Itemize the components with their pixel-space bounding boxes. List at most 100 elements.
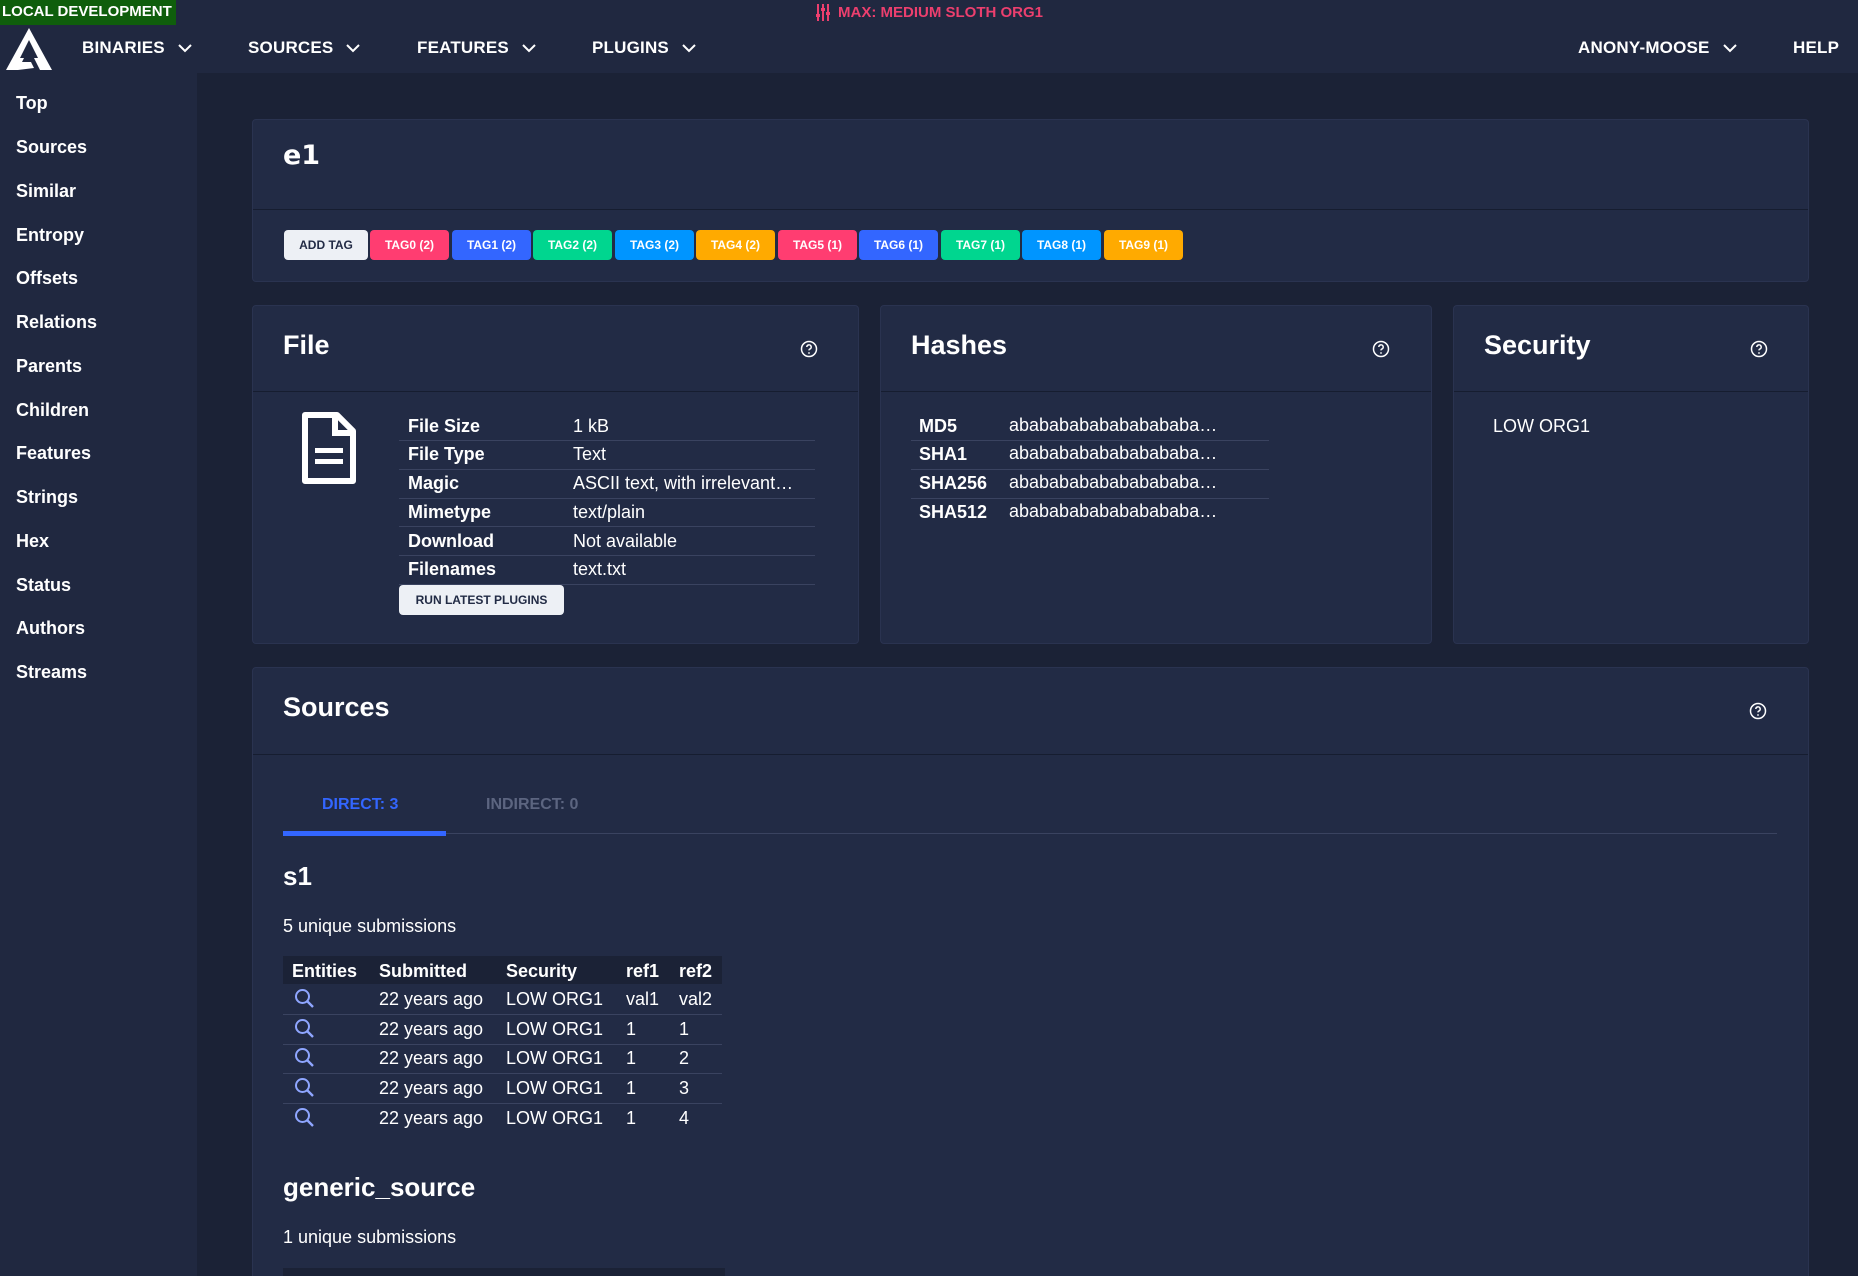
tabs-divider: [283, 833, 1777, 834]
sidebar-item-streams[interactable]: Streams: [16, 662, 87, 683]
column-header: Submitted: [379, 961, 467, 982]
search-icon[interactable]: [294, 1018, 315, 1039]
divider: [399, 526, 815, 527]
sidebar-item-top[interactable]: Top: [16, 93, 48, 114]
nav-plugins-label: PLUGINS: [592, 38, 669, 58]
security-card: Security LOW ORG1: [1453, 305, 1809, 644]
tag-chip[interactable]: TAG4 (2): [696, 230, 775, 260]
sidebar-item-entropy[interactable]: Entropy: [16, 225, 84, 246]
file-card-header: [253, 306, 858, 392]
column-header: ref2: [679, 961, 712, 982]
search-icon[interactable]: [294, 988, 315, 1009]
entity-title: e1: [283, 140, 320, 171]
security-cell: LOW ORG1: [506, 1048, 603, 1069]
tab-direct[interactable]: DIRECT: 3: [322, 796, 398, 814]
sidebar-item-authors[interactable]: Authors: [16, 618, 85, 639]
md5-value: abababababababababa…: [1009, 415, 1259, 436]
user-menu[interactable]: ANONY-MOOSE: [1578, 38, 1738, 58]
sidebar-item-features[interactable]: Features: [16, 443, 91, 464]
submitted-cell: 22 years ago: [379, 1048, 483, 1069]
nav-plugins-menu[interactable]: PLUGINS: [592, 38, 697, 58]
sidebar-item-children[interactable]: Children: [16, 400, 89, 421]
tag-chip[interactable]: TAG9 (1): [1104, 230, 1183, 260]
sha512-value: abababababababababa…: [1009, 501, 1259, 522]
submitted-cell: 22 years ago: [379, 1019, 483, 1040]
tag-chip[interactable]: TAG1 (2): [452, 230, 531, 260]
sha512-label: SHA512: [919, 502, 987, 523]
tag-chip[interactable]: TAG3 (2): [615, 230, 694, 260]
sha256-label: SHA256: [919, 473, 987, 494]
sidebar-item-hex[interactable]: Hex: [16, 531, 49, 552]
sidebar-item-parents[interactable]: Parents: [16, 356, 82, 377]
entity-card-header: [253, 120, 1808, 210]
help-circle-icon[interactable]: [1372, 340, 1390, 358]
tab-indirect[interactable]: INDIRECT: 0: [486, 796, 578, 814]
app-logo-icon[interactable]: [4, 26, 54, 72]
search-icon[interactable]: [294, 1047, 315, 1068]
tag-chip[interactable]: TAG7 (1): [941, 230, 1020, 260]
divider: [399, 555, 815, 556]
tag-chip[interactable]: TAG6 (1): [859, 230, 938, 260]
active-tab-indicator: [283, 831, 446, 836]
sidebar-item-sources[interactable]: Sources: [16, 137, 87, 158]
tag-chip[interactable]: TAG5 (1): [778, 230, 857, 260]
download-label: Download: [408, 531, 494, 552]
submission-count: 5 unique submissions: [283, 916, 456, 937]
row-divider: [283, 1103, 722, 1104]
divider: [911, 440, 1269, 441]
tag-chip[interactable]: TAG8 (1): [1022, 230, 1101, 260]
sliders-icon: [816, 4, 830, 21]
sidebar-item-offsets[interactable]: Offsets: [16, 268, 78, 289]
sources-card-title: Sources: [283, 692, 390, 723]
filenames-value: text.txt: [573, 559, 813, 580]
help-link[interactable]: HELP: [1793, 38, 1839, 58]
mimetype-label: Mimetype: [408, 502, 491, 523]
mimetype-value: text/plain: [573, 502, 813, 523]
divider: [911, 498, 1269, 499]
chevron-down-icon: [681, 43, 697, 53]
add-tag-button[interactable]: ADD TAG: [284, 230, 368, 260]
sidebar-item-similar[interactable]: Similar: [16, 181, 76, 202]
magic-value: ASCII text, with irrelevant…: [573, 473, 813, 494]
security-cell: LOW ORG1: [506, 1019, 603, 1040]
sha256-value: abababababababababa…: [1009, 472, 1259, 493]
row-divider: [283, 1014, 722, 1015]
environment-badge: LOCAL DEVELOPMENT: [0, 0, 176, 25]
help-circle-icon[interactable]: [1750, 340, 1768, 358]
row-divider: [283, 1073, 722, 1074]
ref2-cell: val2: [679, 989, 712, 1010]
chevron-down-icon: [1722, 43, 1738, 53]
search-icon[interactable]: [294, 1077, 315, 1098]
magic-label: Magic: [408, 473, 459, 494]
nav-features-menu[interactable]: FEATURES: [417, 38, 537, 58]
security-card-title: Security: [1484, 330, 1591, 361]
tag-chip[interactable]: TAG2 (2): [533, 230, 612, 260]
search-icon[interactable]: [294, 1107, 315, 1128]
sidebar-item-relations[interactable]: Relations: [16, 312, 97, 333]
column-header: ref1: [626, 961, 659, 982]
hashes-card-title: Hashes: [911, 330, 1007, 361]
help-circle-icon[interactable]: [800, 340, 818, 358]
tag-chip[interactable]: TAG0 (2): [370, 230, 449, 260]
ref1-cell: 1: [626, 1048, 636, 1069]
sidebar-item-status[interactable]: Status: [16, 575, 71, 596]
ref1-cell: 1: [626, 1078, 636, 1099]
nav-binaries-menu[interactable]: BINARIES: [82, 38, 193, 58]
ref1-cell: 1: [626, 1108, 636, 1129]
chevron-down-icon: [521, 43, 537, 53]
ref2-cell: 2: [679, 1048, 689, 1069]
source-name: s1: [283, 861, 312, 892]
max-security-label: MAX: MEDIUM SLOTH ORG1: [838, 4, 1043, 21]
submitted-cell: 22 years ago: [379, 1078, 483, 1099]
max-security-indicator: MAX: MEDIUM SLOTH ORG1: [816, 4, 1043, 21]
sources-card-header: [253, 668, 1808, 755]
security-value: LOW ORG1: [1493, 416, 1590, 437]
user-name: ANONY-MOOSE: [1578, 38, 1710, 58]
divider: [911, 469, 1269, 470]
nav-features-label: FEATURES: [417, 38, 509, 58]
sidebar-item-strings[interactable]: Strings: [16, 487, 78, 508]
run-latest-plugins-button[interactable]: RUN LATEST PLUGINS: [399, 585, 564, 615]
help-circle-icon[interactable]: [1749, 702, 1767, 720]
nav-sources-menu[interactable]: SOURCES: [248, 38, 361, 58]
top-navbar: LOCAL DEVELOPMENT MAX: MEDIUM SLOTH ORG1…: [0, 0, 1858, 73]
